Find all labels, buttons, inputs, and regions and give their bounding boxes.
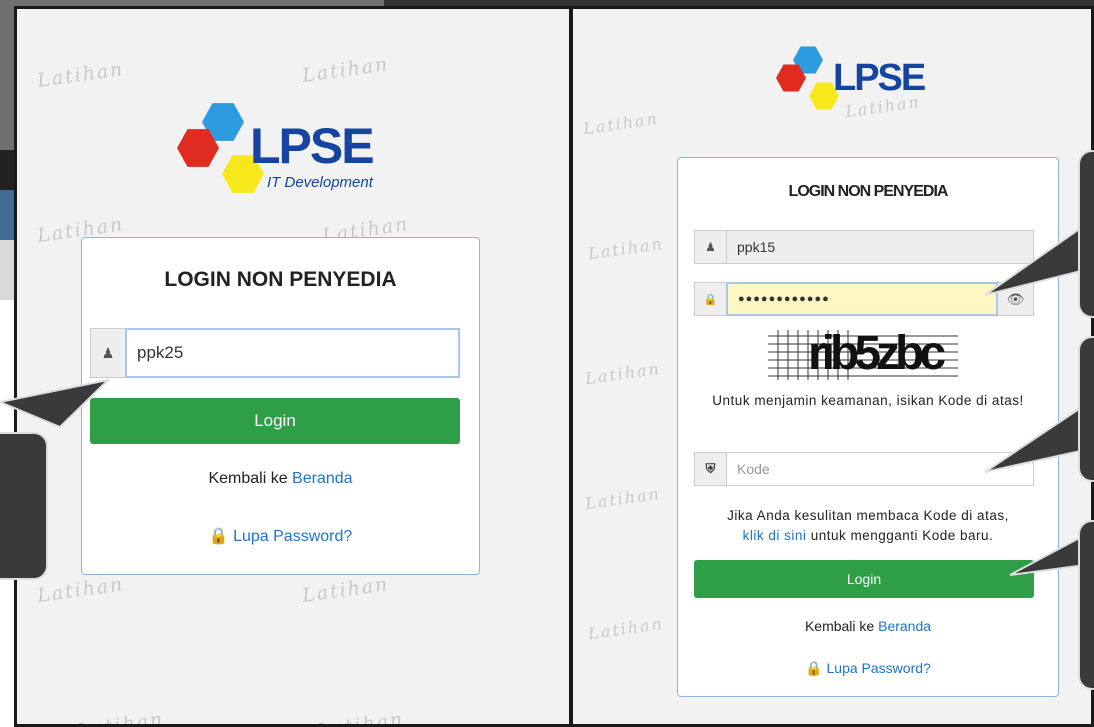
- back-prefix: Kembali ke: [804, 618, 879, 634]
- username-group: ♟ ppk25: [90, 328, 460, 378]
- login-label: Login: [254, 411, 296, 430]
- login-label: Login: [846, 571, 882, 587]
- watermark: Latihan: [584, 358, 662, 389]
- beranda-link[interactable]: Beranda: [292, 470, 353, 487]
- watermark: Latihan: [35, 58, 126, 92]
- left-login-screen: Latihan Latihan Latihan Latihan Latihan …: [14, 6, 569, 727]
- back-prefix: Kembali ke: [208, 470, 293, 487]
- lpse-logo: LPSE Latihan: [773, 45, 973, 125]
- refresh-captcha-link[interactable]: klik di sini: [743, 528, 807, 543]
- watermark: Latihan: [587, 613, 665, 644]
- forgot-label: Lupa Password?: [233, 528, 353, 545]
- watermark: Latihan: [35, 573, 126, 607]
- back-home-text: Kembali ke Beranda: [82, 470, 479, 488]
- username-value: ppk25: [137, 343, 184, 362]
- watermark: Latihan: [584, 483, 662, 514]
- lock-icon: 🔒: [208, 528, 229, 545]
- right-callout-pointers: [984, 223, 1086, 576]
- login-card: LOGIN NON PENYEDIA ♟ ppk25 Login Kembali…: [81, 237, 480, 575]
- lpse-logo: LPSE IT Development: [172, 99, 392, 209]
- right-callout-box-3: [1078, 520, 1094, 690]
- captcha-text: rib5zbc: [808, 330, 946, 380]
- back-home-text: Kembali ke Beranda: [678, 618, 1058, 634]
- watermark: Latihan: [300, 573, 391, 607]
- logo-text: LPSE: [250, 118, 375, 174]
- watermark: Latihan: [300, 53, 391, 87]
- username-input[interactable]: ppk25: [125, 328, 460, 378]
- password-input[interactable]: ●●●●●●●●●●●●: [726, 282, 998, 316]
- user-icon: ♟: [694, 230, 726, 264]
- watermark: Latihan: [75, 708, 166, 727]
- login-button[interactable]: Login: [90, 398, 460, 444]
- forgot-password-link[interactable]: 🔒 Lupa Password?: [82, 526, 479, 546]
- kode-placeholder: Kode: [737, 461, 770, 477]
- card-title: LOGIN NON PENYEDIA: [164, 268, 397, 291]
- left-callout-box: [0, 432, 48, 580]
- shield-icon: ⛨: [694, 452, 726, 486]
- right-callout-box-2: [1078, 336, 1094, 482]
- watermark: Latihan: [315, 708, 406, 727]
- watermark: Latihan: [587, 233, 665, 264]
- password-value: ●●●●●●●●●●●●: [738, 293, 830, 305]
- left-callout-pointer: [0, 378, 110, 429]
- captcha-image: rib5zbc: [768, 330, 958, 380]
- lock-icon: 🔒: [694, 282, 726, 316]
- username-value: ppk15: [737, 239, 776, 255]
- logo-subtitle: IT Development: [267, 174, 373, 191]
- forgot-label: Lupa Password?: [826, 660, 931, 676]
- card-title: LOGIN NON PENYEDIA: [788, 183, 949, 200]
- help-line-1: Jika Anda kesulitan membaca Kode di atas…: [727, 508, 1009, 523]
- forgot-password-link[interactable]: 🔒 Lupa Password?: [678, 660, 1058, 677]
- help-line-2: untuk mengganti Kode baru.: [806, 528, 994, 543]
- beranda-link[interactable]: Beranda: [878, 618, 931, 634]
- user-icon: ♟: [90, 328, 125, 378]
- right-callout-box-1: [1078, 150, 1094, 318]
- lock-icon: 🔒: [805, 660, 823, 676]
- watermark: Latihan: [582, 108, 660, 139]
